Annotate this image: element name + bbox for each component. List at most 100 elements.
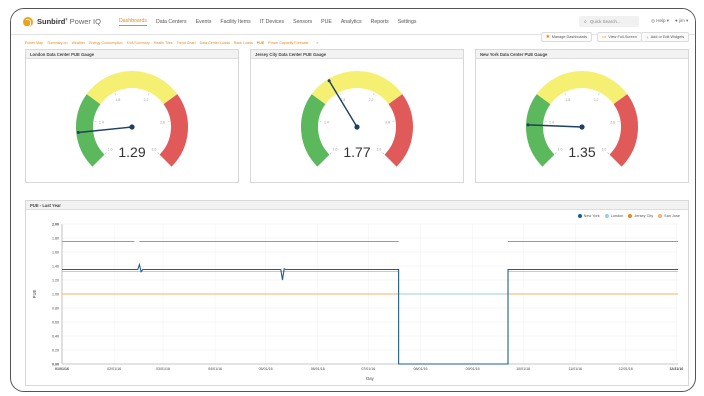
gauge-value: 1.35 — [568, 144, 595, 160]
gauge-tick-label: 2.2 — [594, 98, 599, 102]
gauge-band — [76, 94, 105, 167]
user-icon: ● — [675, 18, 678, 23]
y-tick-label: 1.60 — [52, 250, 59, 254]
gauge-band — [159, 94, 188, 167]
user-label: jim — [678, 18, 685, 23]
view-fullscreen-button[interactable]: ▭ View Full-Screen — [597, 32, 642, 42]
y-tick-label: 0.20 — [52, 348, 59, 352]
gauge-tick-label: 1.4 — [99, 121, 104, 125]
tab-kva-summary[interactable]: KVA Summary — [127, 41, 150, 45]
gauge-value: 1.29 — [118, 144, 145, 160]
gauge-tick-label: 2.2 — [144, 98, 149, 102]
more-tabs-button[interactable]: » — [316, 40, 318, 45]
gauge-hub — [579, 124, 585, 130]
nav-facility-items[interactable]: Facility Items — [220, 19, 250, 25]
x-tick-label: 07/01/16 — [361, 367, 375, 371]
sunbird-logo-icon — [23, 16, 33, 27]
chevron-down-icon: ▾ — [666, 18, 669, 23]
y-tick-label: 0.60 — [52, 320, 59, 324]
gauge-tick-label: 3.0 — [601, 147, 606, 151]
nav-reports[interactable]: Reports — [371, 19, 389, 25]
nav-dashboards[interactable]: Dashboards — [119, 18, 147, 26]
nav-data-centers[interactable]: Data Centers — [156, 19, 187, 25]
gauge-tick — [329, 152, 332, 155]
gauge-band — [526, 94, 555, 167]
x-tick-label: 09/01/16 — [466, 367, 480, 371]
gauge-tick — [373, 93, 375, 96]
x-tick-label: 12/01/16 — [619, 367, 633, 371]
tab-trend-chart[interactable]: Trend Chart — [177, 41, 196, 45]
tab-health-tiles[interactable]: Health Tiles — [154, 41, 173, 45]
gauge-tick-label: 2.6 — [160, 121, 165, 125]
y-tick-label: 0.80 — [52, 306, 59, 310]
gauge-tick — [339, 93, 341, 96]
manage-dashboards-label: Manage Dashboards — [551, 35, 588, 39]
gauge-needle-tip — [526, 123, 530, 127]
logo[interactable]: Sunbird® Power IQ — [23, 16, 111, 27]
gauge-tick — [564, 93, 566, 96]
tab-rack-loads[interactable]: Rack Loads — [234, 41, 253, 45]
pue-gauge: 1.0 1.4 1.8 2.2 2.6 3.0 1.29 — [76, 71, 188, 167]
app-window: Sunbird® Power IQ Dashboards Data Centers… — [10, 8, 696, 392]
gauge-tick — [607, 152, 610, 155]
nav-events[interactable]: Events — [196, 19, 212, 25]
gauge-tick-label: 1.0 — [333, 147, 338, 151]
tab-power-capacity-forecast[interactable]: Power Capacity Forecast — [268, 41, 308, 45]
tab-data-center-loads[interactable]: Data Center Loads — [200, 41, 230, 45]
tab-summary-on[interactable]: Summary on — [47, 41, 67, 45]
tab-weather[interactable]: Weather — [72, 41, 86, 45]
gauge-hub — [354, 124, 360, 130]
plus-icon: + — [646, 34, 649, 40]
nav-sensors[interactable]: Sensors — [293, 19, 312, 25]
x-tick-label: 06/01/16 — [311, 367, 325, 371]
view-fullscreen-label: View Full-Screen — [608, 35, 637, 39]
tab-power-map[interactable]: Power Map — [25, 41, 43, 45]
manage-dashboards-button[interactable]: ✱ Manage Dashboards — [541, 32, 593, 42]
search-placeholder: Quick Search... — [589, 19, 621, 24]
top-navbar: Sunbird® Power IQ Dashboards Data Centers… — [11, 9, 695, 35]
gauge-band — [86, 71, 178, 105]
gauge-band — [301, 94, 330, 167]
tab-pue[interactable]: PUE — [257, 41, 264, 45]
x-tick-label: 03/01/16 — [156, 367, 170, 371]
user-menu[interactable]: ● jim ▾ — [675, 18, 688, 24]
gauge-tick — [382, 152, 385, 155]
gauge-value: 1.77 — [343, 144, 370, 160]
nav-it-devices[interactable]: IT Devices — [260, 19, 284, 25]
gauge-tick-label: 1.0 — [558, 147, 563, 151]
help-label: Help — [656, 18, 666, 23]
search-input[interactable]: ⌕ Quick Search... — [579, 16, 639, 27]
y-tick-label: 1.40 — [52, 264, 59, 268]
pue-gauge: 1.01.41.8 2.22.63.01.77 — [301, 71, 413, 167]
gauge-band — [536, 71, 628, 105]
y-tick-label: 2.00 — [52, 222, 59, 226]
fullscreen-icon: ▭ — [602, 34, 607, 39]
gauge-panel-new-york: New York Data Center PUE Gauge 1.0 1.4 1.8… — [475, 49, 689, 183]
gauge-band — [384, 94, 413, 167]
gauge-needle-tip — [76, 131, 80, 135]
pue-gauge: 1.0 1.4 1.8 2.2 2.6 3.0 1.35 — [526, 71, 638, 167]
series-line-london — [62, 271, 678, 295]
nav-analytics[interactable]: Analytics — [341, 19, 362, 25]
x-tick-label: 10/01/16 — [516, 367, 530, 371]
help-menu[interactable]: ◎ Help ▾ — [651, 18, 669, 24]
dashboard-tab-list: Power Map Summary on Weather Energy Consump… — [25, 41, 312, 45]
gauge-title: New York Data Center PUE Gauge — [476, 50, 688, 59]
gauge-needle-tip — [327, 79, 331, 83]
gauge-tick — [148, 93, 150, 96]
nav-settings[interactable]: Settings — [398, 19, 417, 25]
y-tick-label: 0.40 — [52, 334, 59, 338]
gauge-title: Jersey City Data Center PUE Gauge — [251, 50, 463, 59]
dashboard-tabs: Power Map Summary on Weather Energy Consump… — [11, 35, 695, 50]
gauge-tick-label: 3.0 — [151, 147, 156, 151]
tab-energy-consumption[interactable]: Energy Consumption — [89, 41, 123, 45]
y-tick-label: 1.20 — [52, 278, 59, 282]
x-tick-label: 05/01/16 — [259, 367, 273, 371]
gauge-panel-london: London Data Center PUE Gauge 1.0 1.4 1.8 2.… — [25, 49, 239, 183]
nav-pue[interactable]: PUE — [321, 19, 332, 25]
chart-panel-title: PUE - Last Year — [26, 201, 688, 210]
add-widgets-label: Add or Edit Widgets — [650, 35, 685, 39]
series-line-new-york — [62, 262, 678, 365]
gauge-tick-label: 1.4 — [324, 121, 329, 125]
add-widgets-button[interactable]: + Add or Edit Widgets — [641, 32, 690, 42]
